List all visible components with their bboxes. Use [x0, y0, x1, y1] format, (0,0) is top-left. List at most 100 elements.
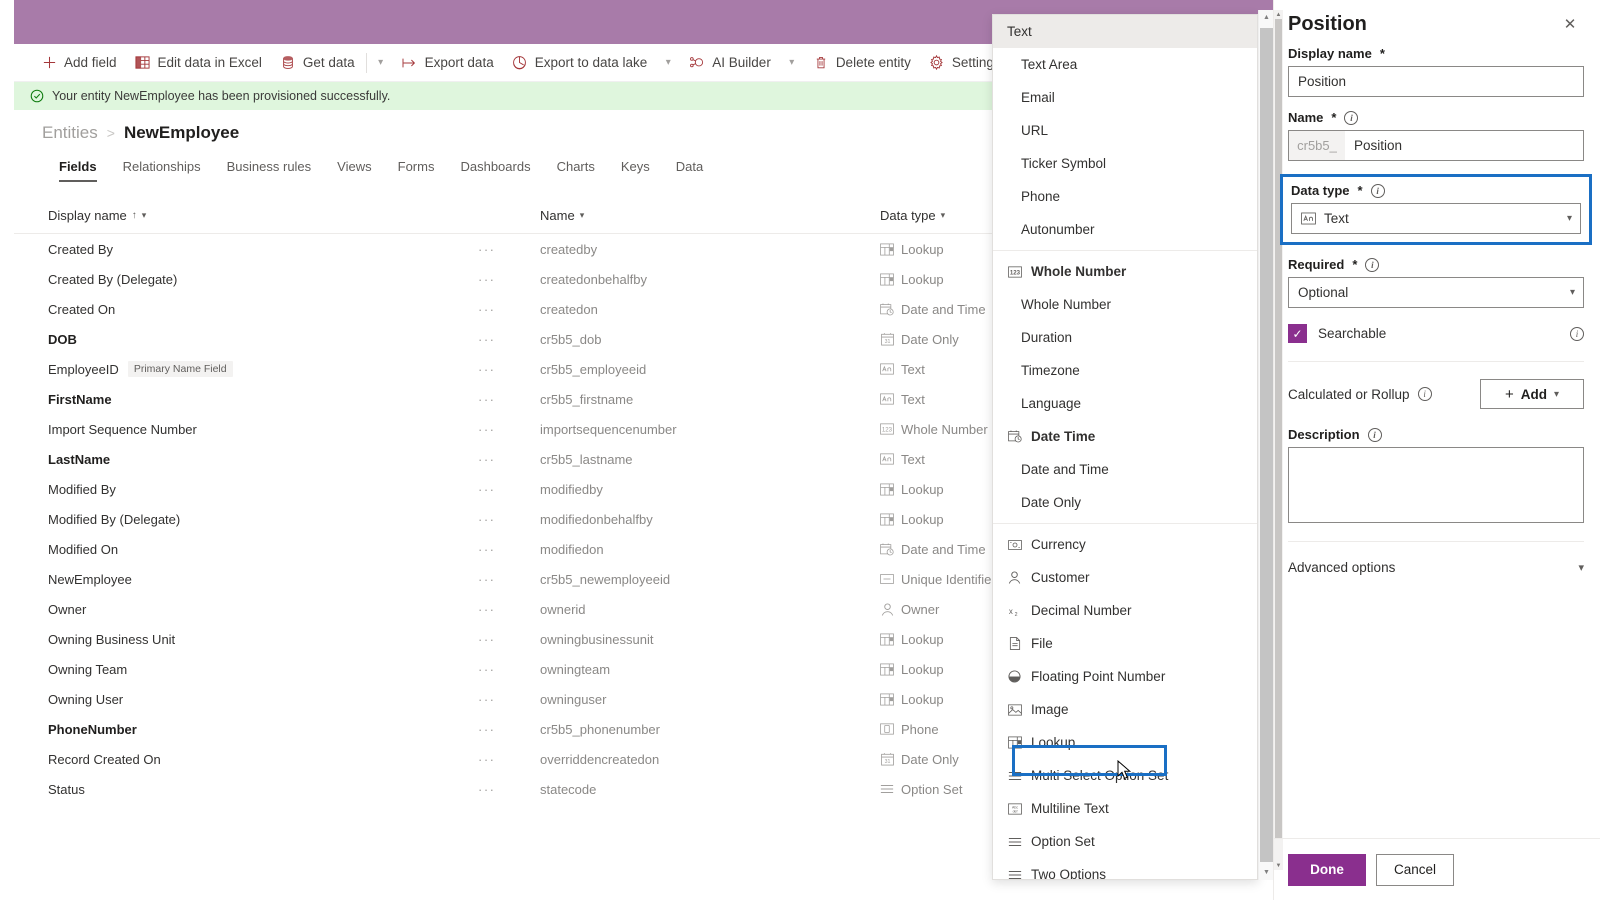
page-scrollbar[interactable]: ▲ ▼ — [1258, 10, 1273, 880]
scroll-down-arrow-icon[interactable]: ▼ — [1259, 865, 1274, 880]
flyout-item-date-time[interactable]: Date Time — [993, 420, 1257, 453]
tab-business-rules[interactable]: Business rules — [214, 156, 325, 182]
panel-scroll-up-arrow-icon[interactable]: ▲ — [1274, 10, 1283, 19]
flyout-item-label: File — [1031, 636, 1053, 651]
name-input[interactable] — [1345, 131, 1583, 160]
row-context-menu-button[interactable]: ··· — [478, 722, 540, 737]
flyout-item-timezone[interactable]: Timezone — [993, 354, 1257, 387]
row-context-menu-button[interactable]: ··· — [478, 392, 540, 407]
flyout-item-email[interactable]: Email — [993, 81, 1257, 114]
tab-relationships[interactable]: Relationships — [110, 156, 214, 182]
tab-dashboards[interactable]: Dashboards — [447, 156, 543, 182]
tab-views[interactable]: Views — [324, 156, 384, 182]
data-type-select[interactable]: Text ▾ — [1291, 203, 1581, 234]
row-context-menu-button[interactable]: ··· — [478, 422, 540, 437]
info-icon[interactable]: i — [1370, 183, 1385, 198]
flyout-item-duration[interactable]: Duration — [993, 321, 1257, 354]
row-context-menu-button[interactable]: ··· — [478, 512, 540, 527]
flyout-item-multiline-text[interactable]: Abc def Multiline Text — [993, 792, 1257, 825]
row-context-menu-button[interactable]: ··· — [478, 452, 540, 467]
close-icon[interactable]: ✕ — [1556, 10, 1584, 38]
tab-fields[interactable]: Fields — [46, 156, 110, 182]
column-header-display-name[interactable]: Display name ↑ ▾ — [48, 208, 478, 223]
command-ai-builder[interactable]: AI Builder — [680, 45, 780, 81]
chevron-down-icon[interactable]: ▾ — [142, 210, 147, 221]
info-icon[interactable]: i — [1417, 387, 1432, 401]
row-context-menu-button[interactable]: ··· — [478, 332, 540, 347]
flyout-item-phone[interactable]: Phone — [993, 180, 1257, 213]
row-context-menu-button[interactable]: ··· — [478, 572, 540, 587]
row-context-menu-button[interactable]: ··· — [478, 662, 540, 677]
breadcrumb-entities-link[interactable]: Entities — [42, 123, 98, 143]
tab-data[interactable]: Data — [663, 156, 716, 182]
panel-scrollbar-thumb[interactable] — [1275, 19, 1282, 839]
flyout-item-image[interactable]: Image — [993, 693, 1257, 726]
info-icon[interactable]: i — [1365, 257, 1380, 272]
tab-keys[interactable]: Keys — [608, 156, 663, 182]
row-context-menu-button[interactable]: ··· — [478, 692, 540, 707]
flyout-item-whole-number[interactable]: 123 Whole Number — [993, 255, 1257, 288]
flyout-item-option-set[interactable]: Option Set — [993, 825, 1257, 858]
row-context-menu-button[interactable]: ··· — [478, 752, 540, 767]
row-context-menu-button[interactable]: ··· — [478, 242, 540, 257]
row-context-menu-button[interactable]: ··· — [478, 272, 540, 287]
row-context-menu-button[interactable]: ··· — [478, 542, 540, 557]
flyout-item-file[interactable]: File — [993, 627, 1257, 660]
column-header-name[interactable]: Name ▾ — [540, 208, 880, 223]
row-context-menu-button[interactable]: ··· — [478, 302, 540, 317]
chevron-down-icon[interactable]: ▾ — [580, 210, 585, 221]
row-context-menu-button[interactable]: ··· — [478, 782, 540, 797]
row-context-menu-button[interactable]: ··· — [478, 362, 540, 377]
flyout-item-lookup[interactable]: Lookup — [993, 726, 1257, 759]
required-select[interactable]: Optional ▾ — [1288, 277, 1584, 308]
cancel-button[interactable]: Cancel — [1376, 853, 1454, 886]
flyout-item-language[interactable]: Language — [993, 387, 1257, 420]
command-delete-entity[interactable]: Delete entity — [804, 45, 920, 81]
scrollbar-thumb[interactable] — [1260, 28, 1273, 862]
info-icon[interactable]: i — [1344, 110, 1359, 125]
flyout-item-text[interactable]: Text — [993, 15, 1257, 48]
optionset-icon — [1007, 867, 1022, 879]
chevron-down-icon[interactable]: ▾ — [1554, 389, 1559, 400]
info-icon[interactable]: i — [1570, 326, 1584, 341]
done-button[interactable]: Done — [1288, 853, 1366, 886]
row-context-menu-button[interactable]: ··· — [478, 632, 540, 647]
flyout-item-customer[interactable]: Customer — [993, 561, 1257, 594]
flyout-item-whole-number[interactable]: Whole Number — [993, 288, 1257, 321]
flyout-item-currency[interactable]: Currency — [993, 528, 1257, 561]
flyout-item-date-only[interactable]: Date Only — [993, 486, 1257, 519]
searchable-checkbox[interactable]: ✓ — [1288, 324, 1307, 343]
command-export-data[interactable]: Export data — [393, 45, 503, 81]
chevron-down-icon[interactable]: ▾ — [1578, 561, 1584, 574]
info-icon[interactable]: i — [1367, 427, 1382, 442]
add-calculated-button[interactable]: + Add ▾ — [1480, 379, 1584, 409]
chevron-down-icon[interactable]: ▾ — [656, 45, 680, 81]
flyout-item-decimal-number[interactable]: x 2 Decimal Number — [993, 594, 1257, 627]
chevron-down-icon[interactable]: ▾ — [1570, 287, 1575, 298]
panel-scrollbar[interactable]: ▲ ▼ — [1274, 10, 1283, 870]
display-name-input[interactable] — [1288, 66, 1584, 97]
cell-display-name: Modified By — [48, 482, 478, 497]
advanced-options-toggle[interactable]: Advanced options ▾ — [1288, 560, 1584, 575]
flyout-item-two-options[interactable]: Two Options — [993, 858, 1257, 879]
flyout-item-ticker-symbol[interactable]: Ticker Symbol — [993, 147, 1257, 180]
chevron-down-icon[interactable]: ▾ — [369, 45, 393, 81]
row-context-menu-button[interactable]: ··· — [478, 602, 540, 617]
tab-forms[interactable]: Forms — [385, 156, 448, 182]
command-get-data[interactable]: Get data — [271, 45, 364, 81]
command-edit-data-in-excel[interactable]: Edit data in Excel — [126, 45, 271, 81]
flyout-item-text-area[interactable]: Text Area — [993, 48, 1257, 81]
flyout-item-autonumber[interactable]: Autonumber — [993, 213, 1257, 246]
chevron-down-icon[interactable]: ▾ — [780, 45, 804, 81]
tab-charts[interactable]: Charts — [544, 156, 608, 182]
command-export-to-data-lake[interactable]: Export to data lake — [503, 45, 657, 81]
row-context-menu-button[interactable]: ··· — [478, 482, 540, 497]
chevron-down-icon[interactable]: ▾ — [941, 210, 946, 221]
flyout-item-url[interactable]: URL — [993, 114, 1257, 147]
command-add-field[interactable]: Add field — [32, 45, 126, 81]
description-textarea[interactable] — [1288, 447, 1584, 523]
scroll-up-arrow-icon[interactable]: ▲ — [1259, 10, 1274, 25]
flyout-item-floating-point-number[interactable]: Floating Point Number — [993, 660, 1257, 693]
chevron-down-icon[interactable]: ▾ — [1567, 213, 1572, 224]
flyout-item-date-and-time[interactable]: Date and Time — [993, 453, 1257, 486]
